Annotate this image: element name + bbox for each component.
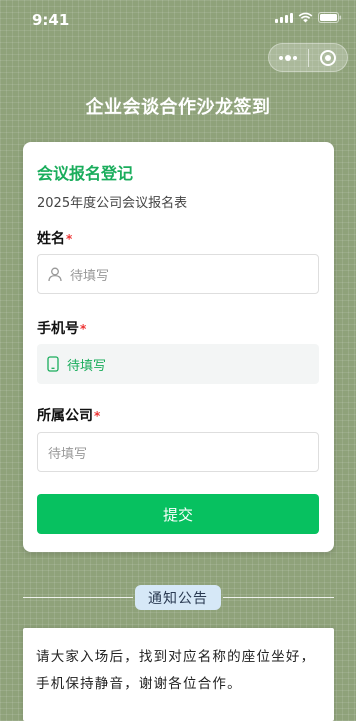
notice-divider-right [223,597,334,598]
company-placeholder: 待填写 [48,446,88,462]
phone-icon [47,356,59,372]
notice-text: 请大家入场后，找到对应名称的座位坐好，手机保持静音，谢谢各位合作。 [23,628,334,721]
required-mark: * [94,409,101,423]
form-subtitle: 2025年度公司会议报名表 [37,196,188,211]
name-label: 姓名* [37,228,72,248]
battery-icon [318,12,342,23]
close-button[interactable] [309,44,348,71]
phone-label: 手机号* [37,318,86,338]
name-placeholder: 待填写 [70,268,110,284]
phone-input[interactable]: 待填写 [37,344,319,384]
notice-divider-left [23,597,133,598]
user-icon [48,267,62,282]
name-input[interactable]: 待填写 [37,254,319,294]
page-title: 企业会谈合作沙龙签到 [85,97,271,118]
more-button[interactable] [269,44,308,71]
target-circle-icon [319,49,336,66]
phone-label-text: 手机号 [37,321,79,337]
required-mark: * [66,232,73,246]
status-time: 9:41 [32,11,70,29]
status-bar: 9:41 [0,0,356,40]
company-label-text: 所属公司 [37,408,93,424]
capsule-menu [268,43,348,72]
form-title: 会议报名登记 [37,164,134,183]
signal-icon [275,12,293,23]
company-label: 所属公司* [37,405,100,425]
status-icons [275,12,342,23]
wifi-icon [298,12,313,23]
phone-placeholder: 待填写 [67,358,107,374]
submit-button[interactable]: 提交 [37,494,319,534]
required-mark: * [80,322,87,336]
company-input[interactable]: 待填写 [37,432,319,472]
name-label-text: 姓名 [37,231,65,247]
more-dots-icon [279,54,298,61]
registration-card: 会议报名登记 2025年度公司会议报名表 姓名* 待填写 手机号* 待填写 所属… [23,142,334,552]
notice-badge: 通知公告 [135,585,221,610]
